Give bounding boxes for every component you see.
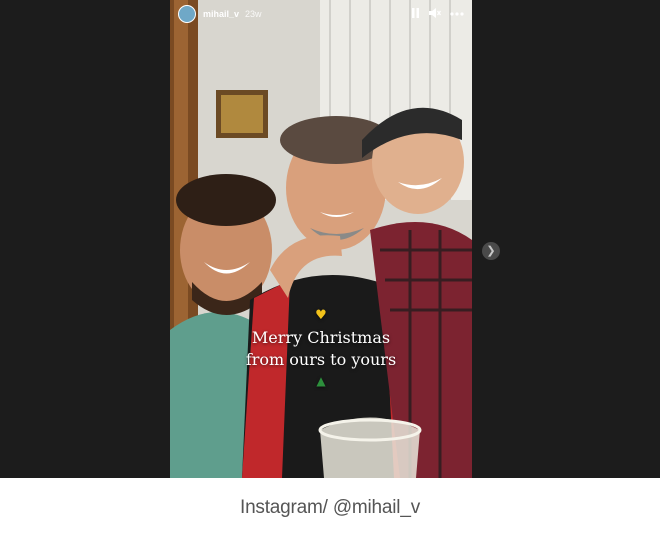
post-time: 23w — [245, 9, 262, 19]
page: mihail_v 23w ♥ Merry Christmas from ours… — [0, 0, 660, 535]
story-area: mihail_v 23w ♥ Merry Christmas from ours… — [0, 0, 660, 478]
caption-line-2: from ours to yours — [245, 350, 397, 369]
story-photo — [170, 0, 472, 478]
image-credit: Instagram/ @mihail_v — [239, 497, 421, 518]
story-caption: ♥ Merry Christmas from ours to yours ▲ — [170, 308, 472, 388]
story-header: mihail_v 23w — [170, 0, 472, 28]
username[interactable]: mihail_v — [203, 9, 239, 19]
more-icon[interactable] — [450, 9, 464, 19]
story-controls — [411, 7, 464, 21]
chevron-right-icon[interactable]: ❯ — [482, 242, 500, 260]
yellow-heart-icon: ♥ — [315, 308, 327, 323]
avatar[interactable] — [178, 5, 196, 23]
speaker-icon[interactable] — [429, 7, 442, 21]
christmas-tree-icon: ▲ — [316, 374, 326, 388]
story-frame: mihail_v 23w ♥ Merry Christmas from ours… — [170, 0, 472, 478]
caption-line-1: Merry Christmas — [251, 328, 391, 347]
pause-icon[interactable] — [411, 7, 420, 21]
